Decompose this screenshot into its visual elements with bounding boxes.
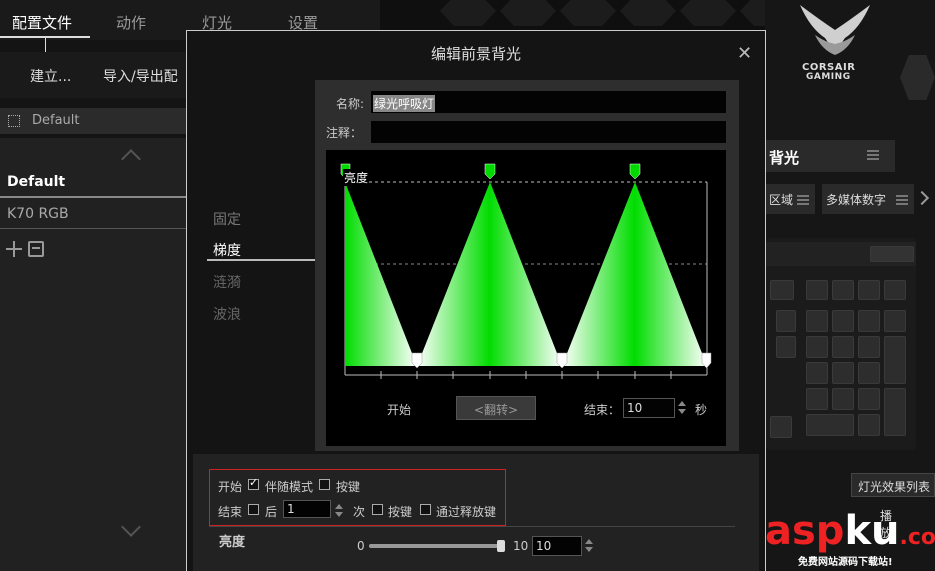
close-icon[interactable]: ✕	[737, 43, 752, 64]
gradient-segment	[562, 182, 707, 366]
tab-connector-line	[45, 38, 46, 52]
gradient-segment	[345, 182, 417, 366]
tab-media-numpad[interactable]: 多媒体数字	[822, 184, 914, 214]
chevron-down-icon[interactable]	[121, 517, 141, 537]
start-key-label: 按键	[336, 480, 361, 494]
menu-icon	[797, 195, 809, 205]
tab-zone-label: 区域	[769, 193, 794, 207]
flip-button[interactable]: <翻转>	[456, 396, 536, 420]
menu-icon	[896, 195, 908, 205]
watermark-part-c: .com	[899, 525, 935, 550]
backlight-header: 背光	[765, 140, 895, 172]
profile-divider	[0, 228, 190, 229]
release-key-label: 通过释放键	[436, 505, 497, 519]
graph-brightness-label: 亮度	[343, 169, 370, 186]
end-after-checkbox[interactable]	[248, 504, 259, 515]
watermark-subtitle: 免费网站源码下载站!	[798, 557, 893, 568]
profile-item-default[interactable]: Default	[7, 174, 65, 190]
watermark-part-b: ku	[844, 508, 900, 554]
end-key-checkbox[interactable]	[372, 504, 383, 515]
spinner-icon[interactable]	[678, 401, 686, 415]
edit-foreground-backlight-dialog: 编辑前景背光 ✕ 名称: 绿光呼吸灯 注释： 固定 梯度 涟漪 波浪 亮度 开始…	[186, 30, 766, 571]
with-mode-label: 伴随模式	[265, 480, 314, 494]
chevron-up-icon[interactable]	[121, 149, 141, 169]
start-label: 开始	[387, 403, 412, 417]
seconds-label: 秒	[695, 403, 708, 417]
end-key-label: 按键	[388, 505, 413, 519]
end-label: 结束：	[584, 403, 621, 417]
note-label: 注释：	[326, 126, 363, 140]
brightness-slider-fill	[369, 544, 503, 548]
effect-list-button[interactable]: 灯光效果列表	[851, 473, 935, 497]
menu-icon[interactable]	[867, 150, 879, 160]
profile-divider	[0, 196, 190, 198]
tab-media-numpad-label: 多媒体数字	[826, 193, 887, 207]
after-label: 后	[265, 505, 278, 519]
right-tab-bar: 区域 多媒体数字	[765, 184, 935, 214]
tab-zone[interactable]: 区域	[765, 184, 815, 214]
nav-item-wave[interactable]: 波浪	[213, 304, 241, 324]
nav-item-gradient[interactable]: 梯度	[213, 240, 241, 260]
keyframe-handle	[484, 163, 496, 180]
tab-profiles[interactable]: 配置文件	[12, 12, 72, 33]
current-profile-label: Default	[32, 113, 80, 128]
spinner-icon[interactable]	[335, 504, 343, 518]
backlight-title: 背光	[769, 149, 800, 167]
create-profile-button[interactable]: 建立...	[30, 66, 71, 86]
spinner-icon[interactable]	[585, 539, 593, 553]
brand-subtext: GAMING	[806, 72, 851, 82]
trigger-end-label: 结束	[218, 505, 243, 519]
name-label: 名称:	[336, 97, 365, 111]
plus-icon[interactable]	[6, 241, 22, 257]
hex-pattern-background	[380, 0, 800, 30]
name-value: 绿光呼吸灯	[373, 95, 436, 112]
brightness-input[interactable]: 10	[532, 536, 582, 556]
end-seconds-input[interactable]: 10	[623, 398, 675, 418]
name-input[interactable]: 绿光呼吸灯	[371, 91, 726, 113]
profile-actions-bar: 建立... 导入/导出配	[0, 52, 190, 98]
keyboard-preview[interactable]	[766, 238, 916, 450]
nav-item-ripple[interactable]: 涟漪	[213, 272, 241, 292]
times-label: 次	[353, 505, 366, 519]
trigger-start-label: 开始	[218, 480, 243, 494]
dialog-title: 编辑前景背光	[430, 45, 521, 63]
watermark-part-a: asp	[765, 508, 845, 554]
profile-list: Default K70 RGB	[0, 138, 190, 571]
nav-active-indicator	[207, 259, 315, 261]
gradient-segment	[417, 182, 562, 366]
release-key-checkbox[interactable]	[420, 504, 431, 515]
after-count-input[interactable]: 1	[283, 500, 331, 518]
current-profile-bar[interactable]: Default	[0, 108, 190, 134]
start-key-checkbox[interactable]	[319, 479, 330, 490]
tab-actions[interactable]: 动作	[116, 12, 146, 33]
nav-item-fixed[interactable]: 固定	[213, 209, 241, 229]
import-icon[interactable]	[28, 241, 44, 257]
note-input[interactable]	[371, 121, 726, 143]
brightness-label: 亮度	[219, 535, 246, 550]
chip-icon	[8, 115, 20, 127]
brightness-slider-thumb[interactable]	[497, 540, 505, 552]
import-export-button[interactable]: 导入/导出配	[103, 66, 178, 86]
brightness-divider	[209, 526, 735, 527]
keyframe-handle	[629, 163, 641, 180]
profile-item-k70[interactable]: K70 RGB	[7, 206, 69, 222]
with-mode-checkbox[interactable]	[248, 476, 259, 490]
brightness-min-label: 0	[357, 539, 365, 553]
brightness-max-label: 10	[513, 539, 529, 553]
watermark: aspku.com	[765, 508, 935, 554]
